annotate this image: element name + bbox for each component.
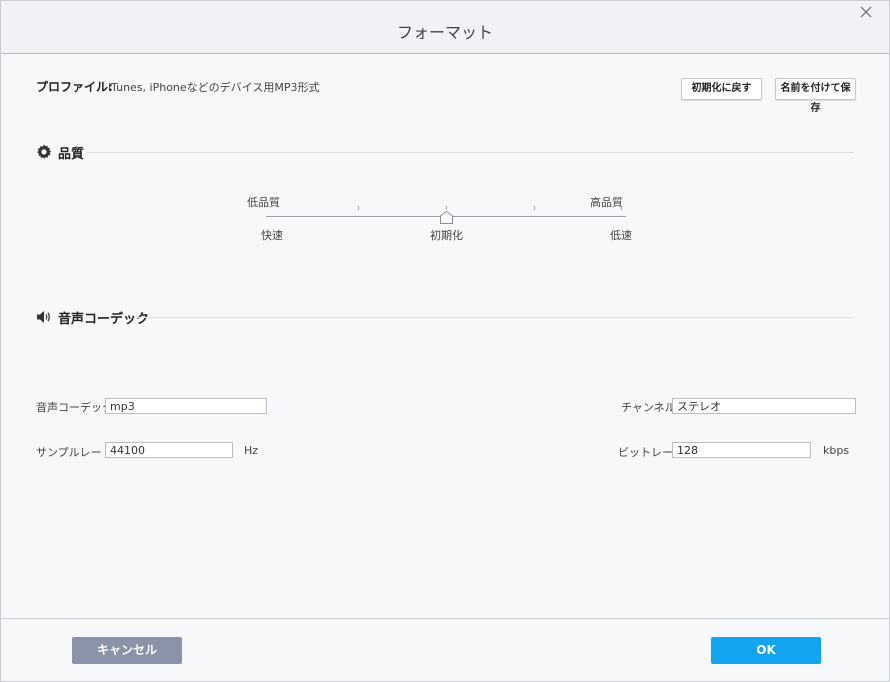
audio-codec-section-header: 音声コーデック: [36, 307, 149, 327]
codec-field[interactable]: [105, 398, 267, 414]
audio-codec-divider: [135, 317, 854, 318]
profile-value: iTunes, iPhoneなどのデバイス用MP3形式: [108, 81, 320, 94]
slow-label: 低速: [610, 229, 632, 242]
title-bar: フォーマット: [1, 1, 889, 54]
low-quality-label: 低品質: [247, 196, 280, 209]
quality-divider: [88, 152, 854, 153]
close-icon[interactable]: [857, 5, 875, 23]
profile-label: プロファイル:: [36, 80, 113, 94]
dialog-title: フォーマット: [396, 23, 493, 42]
quality-slider-thumb[interactable]: [440, 209, 453, 224]
high-quality-label: 高品質: [590, 196, 623, 209]
channel-label: チャンネル:: [621, 401, 680, 414]
sample-rate-unit: Hz: [244, 444, 259, 457]
format-dialog: フォーマット プロファイル: iTunes, iPhoneなどのデバイス用MP3…: [0, 0, 890, 682]
slider-tick: [358, 206, 359, 210]
ok-button[interactable]: OK: [711, 637, 821, 664]
sample-rate-field[interactable]: [105, 442, 233, 458]
quality-section-header: 品質: [36, 142, 84, 162]
slider-tick: [621, 206, 622, 210]
bitrate-unit: kbps: [823, 444, 850, 457]
save-as-button[interactable]: 名前を付けて保存: [775, 78, 856, 114]
channel-field[interactable]: [672, 398, 856, 414]
quality-header-label: 品質: [58, 146, 85, 162]
fast-label: 快速: [261, 229, 283, 242]
slider-tick: [534, 206, 535, 210]
bitrate-field[interactable]: [672, 442, 811, 458]
default-label: 初期化: [430, 229, 463, 242]
gear-icon: [36, 144, 52, 160]
speaker-icon: [36, 309, 52, 325]
footer-divider: [1, 618, 889, 619]
reset-button[interactable]: 初期化に戻す: [681, 78, 762, 100]
cancel-button[interactable]: キャンセル: [72, 637, 182, 664]
